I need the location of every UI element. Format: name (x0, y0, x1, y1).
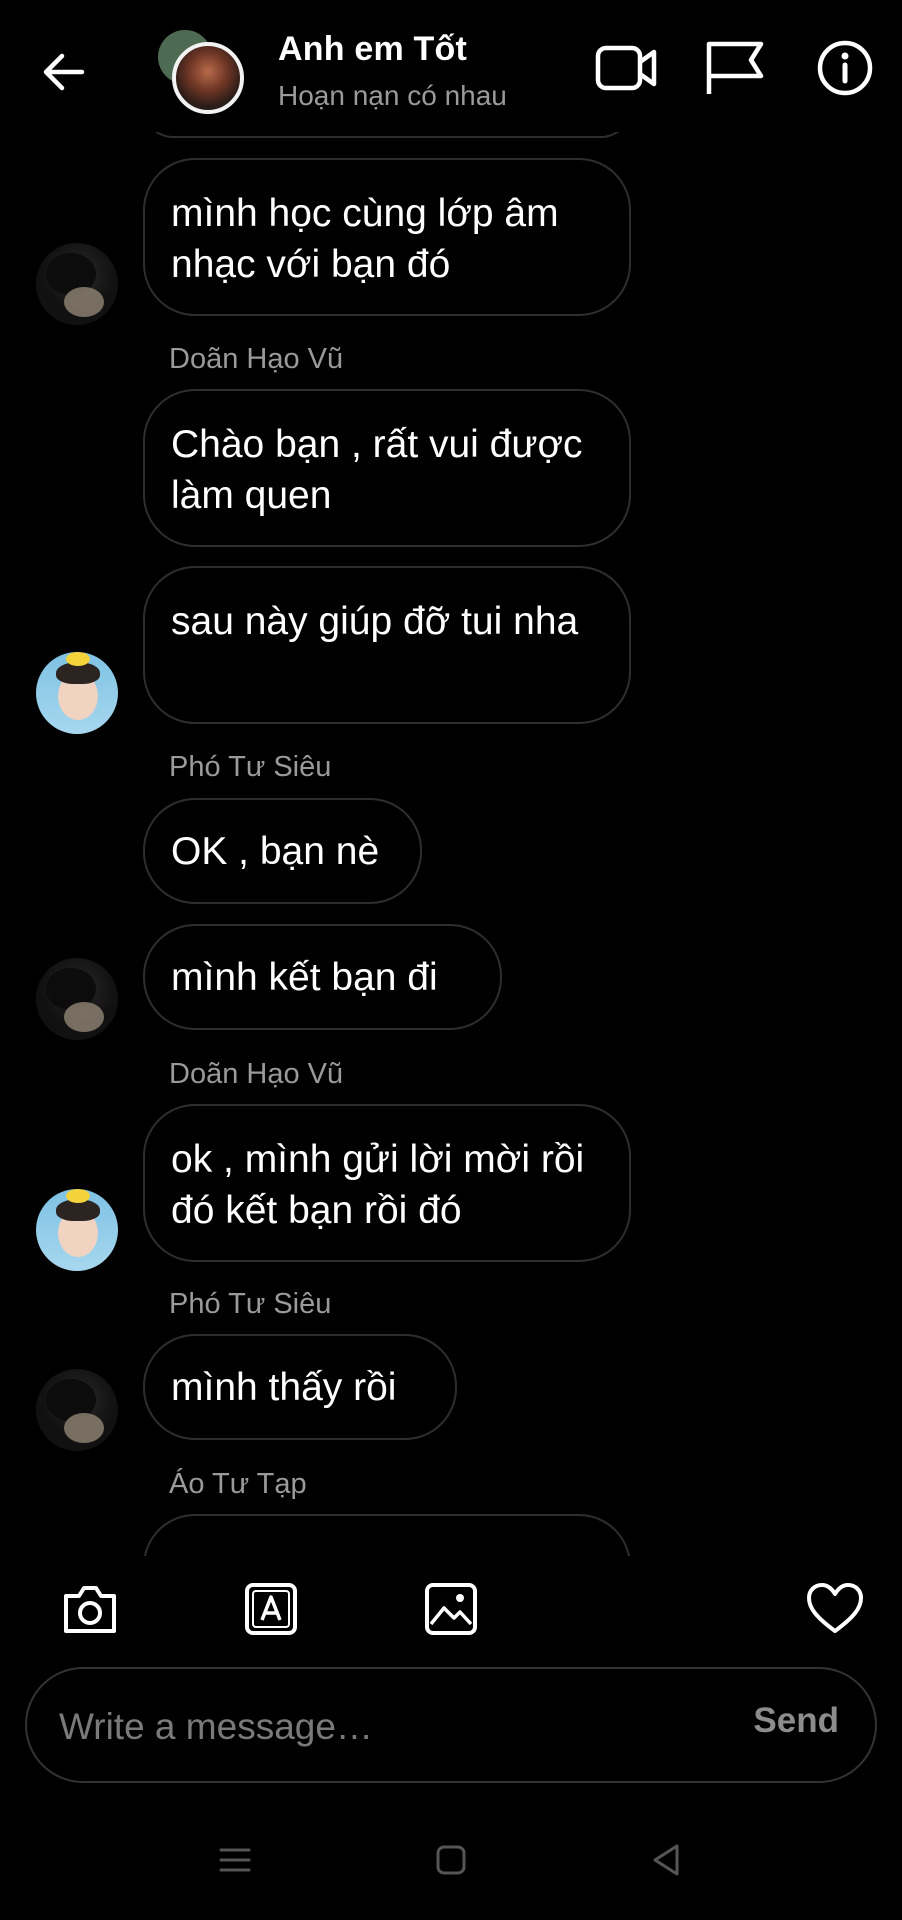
flag-icon[interactable] (703, 38, 769, 98)
message-bubble[interactable]: mình kết bạn đi (143, 924, 502, 1030)
back-arrow-icon[interactable] (38, 48, 90, 96)
info-icon[interactable] (812, 38, 878, 98)
sender-avatar[interactable] (36, 243, 118, 325)
nav-menu-icon[interactable] (215, 1840, 255, 1880)
sender-name: Phó Tư Siêu (169, 751, 332, 783)
message-text: mình kết bạn đi (171, 955, 438, 999)
message-text: mình học cùng lớp âm nhạc với bạn đó (171, 192, 559, 286)
gallery-icon[interactable] (422, 1582, 480, 1636)
message-text: ok , mình gửi lời mời rồi đó kết bạn rồi… (171, 1138, 585, 1232)
sender-avatar[interactable] (36, 1369, 118, 1451)
group-avatar[interactable] (154, 28, 244, 118)
message-bubble[interactable]: mình học cùng lớp âm nhạc với bạn đó (143, 158, 631, 316)
sender-avatar[interactable] (36, 1189, 118, 1271)
video-call-icon[interactable] (594, 38, 660, 98)
sender-name: Áo Tư Tạp (169, 1468, 307, 1500)
text-style-icon[interactable] (242, 1582, 300, 1636)
sender-name: Doãn Hạo Vũ (169, 343, 344, 375)
camera-icon[interactable] (61, 1582, 119, 1636)
chat-subtitle: Hoạn nạn có nhau (278, 80, 507, 111)
message-list[interactable]: mình học cùng lớp âm nhạc với bạn đó Doã… (0, 0, 902, 1556)
message-bubble[interactable] (143, 1514, 631, 1556)
message-composer: Send (25, 1667, 877, 1783)
heart-icon[interactable] (806, 1582, 864, 1636)
message-bubble[interactable]: mình thấy rồi (143, 1334, 457, 1440)
sender-name: Phó Tư Siêu (169, 1288, 332, 1320)
message-bubble[interactable]: Chào bạn , rất vui được làm quen (143, 389, 631, 547)
message-input[interactable] (57, 1697, 721, 1757)
message-text: sau này giúp đỡ tui nha (171, 600, 579, 643)
message-text: OK , bạn nè (171, 829, 380, 873)
message-bubble[interactable]: OK , bạn nè (143, 798, 422, 904)
chat-title[interactable]: Anh em Tốt (278, 30, 467, 69)
message-text: Chào bạn , rất vui được làm quen (171, 423, 583, 517)
send-button[interactable]: Send (753, 1701, 839, 1741)
nav-home-icon[interactable] (431, 1840, 471, 1880)
sender-avatar[interactable] (36, 958, 118, 1040)
nav-back-icon[interactable] (647, 1840, 687, 1880)
message-bubble[interactable]: sau này giúp đỡ tui nha (143, 566, 631, 724)
message-bubble[interactable]: ok , mình gửi lời mời rồi đó kết bạn rồi… (143, 1104, 631, 1262)
sender-avatar[interactable] (36, 652, 118, 734)
sender-name: Doãn Hạo Vũ (169, 1058, 344, 1090)
chat-header: Anh em Tốt Hoạn nạn có nhau (0, 0, 902, 132)
message-text: mình thấy rồi (171, 1365, 397, 1409)
